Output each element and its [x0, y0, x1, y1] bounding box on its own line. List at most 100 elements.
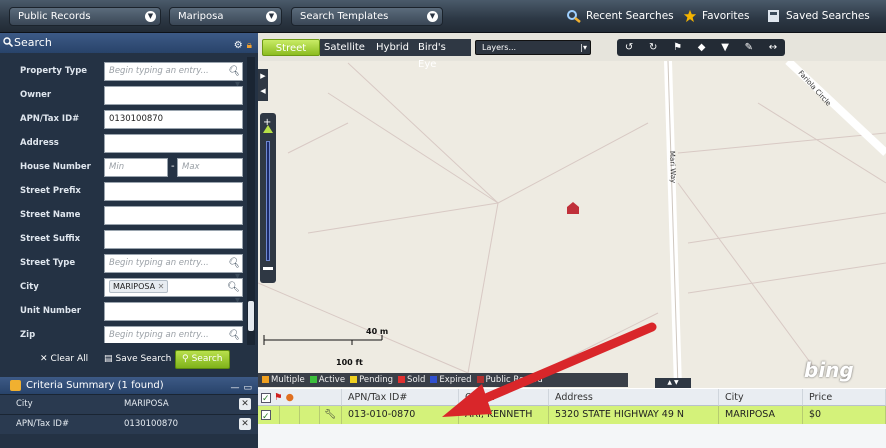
- remove-criteria-icon[interactable]: ✕: [239, 398, 251, 410]
- legend-item: Active: [309, 373, 346, 387]
- zoom-track[interactable]: [266, 141, 270, 261]
- lock-icon[interactable]: 🔒︎: [247, 36, 252, 56]
- field-label: Zip: [20, 330, 36, 340]
- property-pin-icon[interactable]: [567, 202, 579, 214]
- search-panel-title: Search: [14, 36, 52, 49]
- grid-empty-area: [258, 424, 886, 448]
- pencil-icon[interactable]: ✎: [745, 42, 753, 53]
- zoom-up-icon[interactable]: [263, 125, 273, 133]
- chevron-down-icon: ▼: [427, 11, 438, 22]
- status-legend: Multiple Active Pending Sold Expired Public R…: [258, 373, 628, 387]
- street-type-input[interactable]: Begin typing an entry... 🔍︎▾: [104, 254, 243, 282]
- row-tag-cell[interactable]: [300, 406, 320, 424]
- recent-searches-icon: [567, 10, 581, 23]
- apn-value: 0130100870: [109, 114, 164, 124]
- clear-all-label: Clear All: [50, 354, 89, 364]
- map-view[interactable]: Mari Way Fariola Circle 40 m 100 ft Stre…: [258, 33, 886, 388]
- view-hybrid-button[interactable]: Hybrid: [372, 39, 414, 56]
- house-number-max-input[interactable]: Max: [177, 158, 243, 177]
- road-label-mari-way: Mari Way: [668, 151, 677, 184]
- col-header-apn[interactable]: APN/Tax ID#: [342, 389, 459, 406]
- collapse-sidebar-handle[interactable]: ▶ ◀: [258, 69, 268, 101]
- rotate-right-icon[interactable]: ↻: [649, 42, 657, 53]
- remove-criteria-icon[interactable]: ✕: [239, 418, 251, 430]
- field-street-name: Street Name: [0, 205, 258, 229]
- legend-label: Pending: [359, 375, 394, 385]
- zip-placeholder: Begin typing an entry...: [109, 330, 209, 340]
- view-street-button[interactable]: Street: [262, 39, 320, 56]
- field-label: City: [20, 282, 39, 292]
- select-all-checkbox[interactable]: [261, 391, 271, 408]
- flag-icon[interactable]: ⚑: [274, 392, 283, 403]
- lookup-icon[interactable]: 🔍︎▾: [224, 281, 240, 306]
- wrench-icon[interactable]: 🔧︎: [324, 409, 336, 420]
- funnel-icon[interactable]: ▼: [721, 42, 729, 53]
- cell-owner: ARI, KENNETH: [459, 406, 549, 424]
- clear-all-button[interactable]: ✕ Clear All: [40, 350, 88, 369]
- view-satellite-button[interactable]: Satellite: [320, 39, 372, 56]
- legend-swatch: [398, 376, 406, 383]
- recent-searches-link[interactable]: Recent Searches: [566, 9, 674, 23]
- county-select[interactable]: Mariposa ▼: [169, 7, 282, 26]
- street-suffix-input[interactable]: [104, 230, 243, 249]
- tag-icon[interactable]: ●: [286, 392, 294, 403]
- address-input[interactable]: [104, 134, 243, 153]
- col-header-apn-label: APN/Tax ID#: [348, 392, 408, 403]
- row-checkbox-cell: [258, 406, 280, 424]
- owner-input[interactable]: [104, 86, 243, 105]
- save-icon: ▤: [104, 354, 113, 364]
- cell-owner-value: ARI, KENNETH: [465, 409, 533, 420]
- street-name-input[interactable]: [104, 206, 243, 225]
- scrollbar-thumb[interactable]: [248, 301, 254, 331]
- city-token-label: MARIPOSA: [113, 282, 156, 291]
- search-panel-header: Search ⚙ 🔒︎: [0, 33, 258, 53]
- row-flag-cell[interactable]: [280, 406, 300, 424]
- cell-price: $0: [803, 406, 886, 424]
- house-number-min-placeholder: Min: [109, 162, 125, 172]
- zoom-out-icon[interactable]: [263, 267, 273, 270]
- save-search-button[interactable]: ▤ Save Search: [104, 350, 171, 369]
- lookup-icon[interactable]: 🔍︎▾: [224, 65, 240, 90]
- street-prefix-input[interactable]: [104, 182, 243, 201]
- legend-swatch: [309, 376, 317, 383]
- view-birds-eye-button[interactable]: Bird's Eye: [414, 39, 471, 70]
- legend-item: Expired: [430, 373, 472, 387]
- search-templates-select[interactable]: Search Templates ▼: [291, 7, 443, 26]
- zip-input[interactable]: Begin typing an entry... 🔍︎▾: [104, 326, 243, 343]
- search-button[interactable]: ⚲ Search: [175, 350, 230, 369]
- lookup-icon[interactable]: 🔍︎▾: [224, 329, 240, 342]
- rotate-left-icon[interactable]: ↺: [625, 42, 633, 53]
- col-header-city[interactable]: City: [719, 389, 803, 406]
- row-checkbox[interactable]: [261, 408, 271, 424]
- field-owner: Owner: [0, 85, 258, 109]
- layers-label: Layers...: [482, 43, 517, 52]
- sidebar-scrollbar[interactable]: [247, 57, 255, 369]
- unit-number-input[interactable]: [104, 302, 243, 321]
- grid-header-tools: ⚑ ●: [258, 389, 342, 408]
- pin-icon[interactable]: ◆: [698, 42, 706, 53]
- database-select[interactable]: Public Records ▼: [9, 7, 161, 26]
- apn-input[interactable]: 0130100870: [104, 110, 243, 129]
- collapse-grid-button[interactable]: ▲ ▼: [655, 378, 691, 388]
- lookup-icon[interactable]: 🔍︎▾: [224, 257, 240, 282]
- city-input[interactable]: MARIPOSA ✕ 🔍︎▾: [104, 278, 243, 306]
- zoom-slider[interactable]: +: [260, 113, 276, 283]
- remove-token-icon[interactable]: ✕: [158, 282, 165, 291]
- chevron-down-icon: ▼: [145, 11, 156, 22]
- col-header-address[interactable]: Address: [549, 389, 719, 406]
- col-header-price[interactable]: Price: [803, 389, 886, 406]
- layers-dropdown[interactable]: Layers... |▾: [475, 40, 591, 55]
- gear-icon[interactable]: ⚙: [234, 36, 243, 56]
- favorites-link[interactable]: Favorites: [682, 9, 749, 23]
- field-label: Property Type: [20, 66, 88, 76]
- col-header-owner[interactable]: Owner: [459, 389, 549, 406]
- field-label: Address: [20, 138, 59, 148]
- flag-icon[interactable]: ⚑: [673, 42, 682, 53]
- legend-label: Active: [318, 375, 346, 385]
- top-toolbar: Public Records ▼ Mariposa ▼ Search Templ…: [0, 0, 886, 33]
- saved-searches-link[interactable]: Saved Searches: [766, 9, 870, 23]
- row-tools-cell: 🔧︎: [320, 406, 342, 424]
- property-type-input[interactable]: Begin typing an entry... 🔍︎▾: [104, 62, 243, 90]
- house-number-min-input[interactable]: Min: [104, 158, 168, 177]
- expand-icon[interactable]: ↔: [769, 42, 777, 53]
